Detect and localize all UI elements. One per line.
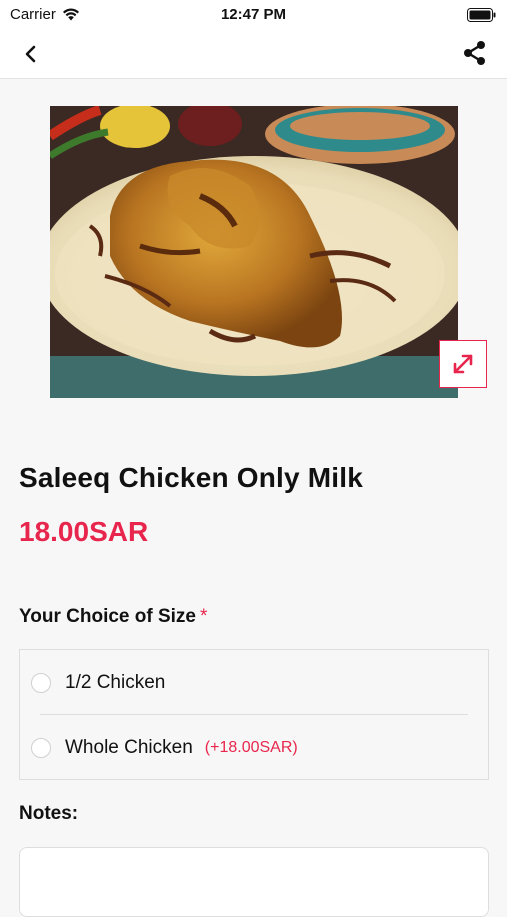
status-bar: Carrier 12:47 PM — [0, 0, 507, 30]
radio-button[interactable] — [31, 672, 51, 693]
product-title: Saleeq Chicken Only Milk — [19, 462, 364, 493]
product-image[interactable] — [50, 106, 458, 398]
share-button[interactable] — [461, 39, 489, 67]
size-option-label: Whole Chicken — [65, 736, 193, 758]
size-section-title: Your Choice of Size — [19, 606, 197, 627]
food-photo — [50, 106, 458, 398]
expand-image-button[interactable] — [439, 340, 487, 388]
product-price: 18.00SAR — [19, 516, 149, 547]
size-option-extra-price: (+18.00SAR) — [204, 738, 298, 756]
size-option-half[interactable]: 1/2 Chicken — [20, 650, 488, 715]
share-icon — [464, 41, 485, 65]
notes-input[interactable] — [19, 847, 489, 917]
size-options: 1/2 Chicken Whole Chicken (+18.00SAR) — [19, 649, 489, 780]
required-mark: * — [200, 606, 208, 627]
nav-bar — [0, 30, 507, 79]
status-time: 12:47 PM — [220, 6, 287, 23]
radio-button[interactable] — [31, 737, 51, 758]
expand-icon — [453, 354, 473, 374]
battery-icon — [467, 8, 497, 26]
back-button[interactable] — [18, 40, 46, 68]
size-option-whole[interactable]: Whole Chicken (+18.00SAR) — [20, 715, 488, 780]
notes-label: Notes: — [19, 803, 79, 824]
size-section-label: Your Choice of Size * — [19, 606, 207, 628]
size-option-label: 1/2 Chicken — [65, 671, 166, 693]
chevron-left-icon — [25, 45, 36, 63]
